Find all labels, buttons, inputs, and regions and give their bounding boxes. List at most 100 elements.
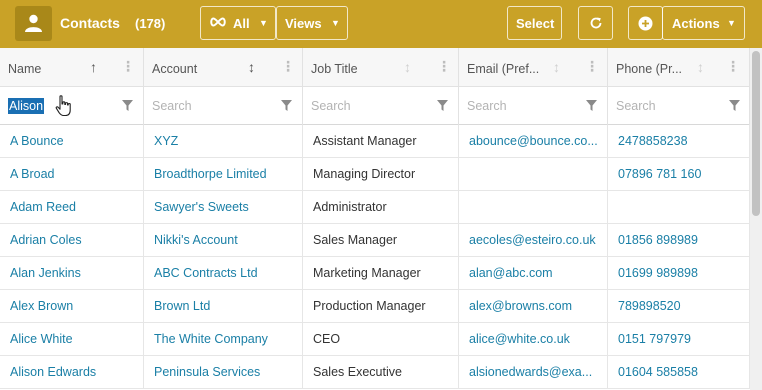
table-row[interactable]: Alice White The White Company CEO alice@… <box>0 323 750 356</box>
job-title-cell: Marketing Manager <box>303 257 459 290</box>
job-title-cell: Sales Manager <box>303 224 459 257</box>
email-link[interactable] <box>459 191 608 224</box>
select-label: Select <box>516 16 555 31</box>
column-menu-icon[interactable]: ⋮ <box>121 58 135 75</box>
email-filter-input[interactable]: Search <box>459 87 608 125</box>
person-icon <box>25 14 42 32</box>
job-title-cell: Production Manager <box>303 290 459 323</box>
email-link[interactable]: aecoles@esteiro.co.uk <box>459 224 608 257</box>
job-title-filter-input[interactable]: Search <box>303 87 459 125</box>
hand-cursor-icon <box>55 95 71 117</box>
filter-placeholder: Search <box>311 99 351 113</box>
sort-both-icon[interactable]: ↕ <box>697 59 704 75</box>
views-button[interactable]: Views ▼ <box>276 6 348 40</box>
phone-link[interactable]: 789898520 <box>608 290 750 323</box>
sort-ascending-icon[interactable]: ↑ <box>90 59 97 75</box>
add-button[interactable] <box>628 6 663 40</box>
phone-link[interactable]: 2478858238 <box>608 125 750 158</box>
sort-both-icon[interactable]: ↕ <box>248 59 255 75</box>
name-filter-value[interactable]: Alison <box>8 98 45 114</box>
caret-down-icon: ▼ <box>727 18 736 28</box>
table-row[interactable]: Alison Edwards Peninsula Services Sales … <box>0 356 750 389</box>
all-filter-button[interactable]: All ▼ <box>200 6 276 40</box>
filter-icon[interactable] <box>437 100 448 111</box>
contact-name-link[interactable]: Alan Jenkins <box>0 257 144 290</box>
column-label: Name <box>8 62 42 76</box>
table-row[interactable]: A Broad Broadthorpe Limited Managing Dir… <box>0 158 750 191</box>
column-header-job-title[interactable]: Job Title ↕ ⋮ <box>303 48 459 87</box>
table-row[interactable]: Adam Reed Sawyer's Sweets Administrator <box>0 191 750 224</box>
account-link[interactable]: Nikki's Account <box>144 224 303 257</box>
contact-name-link[interactable]: A Bounce <box>0 125 144 158</box>
plus-circle-icon <box>638 16 653 34</box>
email-link[interactable]: alex@browns.com <box>459 290 608 323</box>
email-link[interactable]: alan@abc.com <box>459 257 608 290</box>
caret-down-icon: ▼ <box>331 18 340 28</box>
scrollbar-thumb[interactable] <box>752 51 760 216</box>
contact-name-link[interactable]: Alex Brown <box>0 290 144 323</box>
account-link[interactable]: Peninsula Services <box>144 356 303 389</box>
select-button[interactable]: Select <box>507 6 562 40</box>
account-link[interactable]: Broadthorpe Limited <box>144 158 303 191</box>
contacts-grid: Name ↑ ⋮ Account ↕ ⋮ Job Title ↕ ⋮ Email… <box>0 48 750 390</box>
column-menu-icon[interactable]: ⋮ <box>281 58 295 75</box>
account-link[interactable]: XYZ <box>144 125 303 158</box>
sort-both-icon[interactable]: ↕ <box>553 59 560 75</box>
column-menu-icon[interactable]: ⋮ <box>726 58 740 75</box>
email-link[interactable] <box>459 158 608 191</box>
account-filter-input[interactable]: Search <box>144 87 303 125</box>
contact-name-link[interactable]: A Broad <box>0 158 144 191</box>
account-link[interactable]: ABC Contracts Ltd <box>144 257 303 290</box>
actions-label: Actions <box>672 16 720 31</box>
column-label: Job Title <box>311 62 358 76</box>
table-row[interactable]: A Bounce XYZ Assistant Manager abounce@b… <box>0 125 750 158</box>
email-link[interactable]: alice@white.co.uk <box>459 323 608 356</box>
column-label: Phone (Pr... <box>616 62 683 76</box>
sort-both-icon[interactable]: ↕ <box>404 59 411 75</box>
filter-placeholder: Search <box>467 99 507 113</box>
actions-button[interactable]: Actions ▼ <box>662 6 745 40</box>
account-link[interactable]: Brown Ltd <box>144 290 303 323</box>
refresh-button[interactable] <box>578 6 613 40</box>
contacts-avatar <box>15 6 52 41</box>
phone-link[interactable] <box>608 191 750 224</box>
phone-link[interactable]: 07896 781 160 <box>608 158 750 191</box>
contact-name-link[interactable]: Adam Reed <box>0 191 144 224</box>
column-header-account[interactable]: Account ↕ ⋮ <box>144 48 303 87</box>
caret-down-icon: ▼ <box>259 18 268 28</box>
column-header-email[interactable]: Email (Pref... ↕ ⋮ <box>459 48 608 87</box>
email-link[interactable]: alsionedwards@exa... <box>459 356 608 389</box>
column-label: Email (Pref... <box>467 62 540 76</box>
record-count: (178) <box>135 16 166 31</box>
all-label: All <box>233 16 250 31</box>
contact-name-link[interactable]: Alice White <box>0 323 144 356</box>
table-row[interactable]: Adrian Coles Nikki's Account Sales Manag… <box>0 224 750 257</box>
job-title-cell: Administrator <box>303 191 459 224</box>
job-title-cell: Managing Director <box>303 158 459 191</box>
grid-header: Name ↑ ⋮ Account ↕ ⋮ Job Title ↕ ⋮ Email… <box>0 48 750 87</box>
column-menu-icon[interactable]: ⋮ <box>437 58 451 75</box>
column-header-phone[interactable]: Phone (Pr... ↕ ⋮ <box>608 48 750 87</box>
phone-link[interactable]: 0151 797979 <box>608 323 750 356</box>
filter-icon[interactable] <box>586 100 597 111</box>
page-title: Contacts <box>60 15 120 31</box>
refresh-icon <box>589 16 603 33</box>
phone-link[interactable]: 01856 898989 <box>608 224 750 257</box>
phone-link[interactable]: 01699 989898 <box>608 257 750 290</box>
contact-name-link[interactable]: Alison Edwards <box>0 356 144 389</box>
table-row[interactable]: Alan Jenkins ABC Contracts Ltd Marketing… <box>0 257 750 290</box>
email-link[interactable]: abounce@bounce.co... <box>459 125 608 158</box>
account-link[interactable]: The White Company <box>144 323 303 356</box>
account-link[interactable]: Sawyer's Sweets <box>144 191 303 224</box>
filter-icon[interactable] <box>122 100 133 111</box>
filter-icon[interactable] <box>281 100 292 111</box>
phone-link[interactable]: 01604 585858 <box>608 356 750 389</box>
contact-name-link[interactable]: Adrian Coles <box>0 224 144 257</box>
column-menu-icon[interactable]: ⋮ <box>585 58 599 75</box>
column-header-name[interactable]: Name ↑ ⋮ <box>0 48 144 87</box>
filter-icon[interactable] <box>729 100 740 111</box>
table-row[interactable]: Alex Brown Brown Ltd Production Manager … <box>0 290 750 323</box>
phone-filter-input[interactable]: Search <box>608 87 750 125</box>
infinity-icon <box>209 16 227 31</box>
vertical-scrollbar[interactable] <box>750 48 762 390</box>
